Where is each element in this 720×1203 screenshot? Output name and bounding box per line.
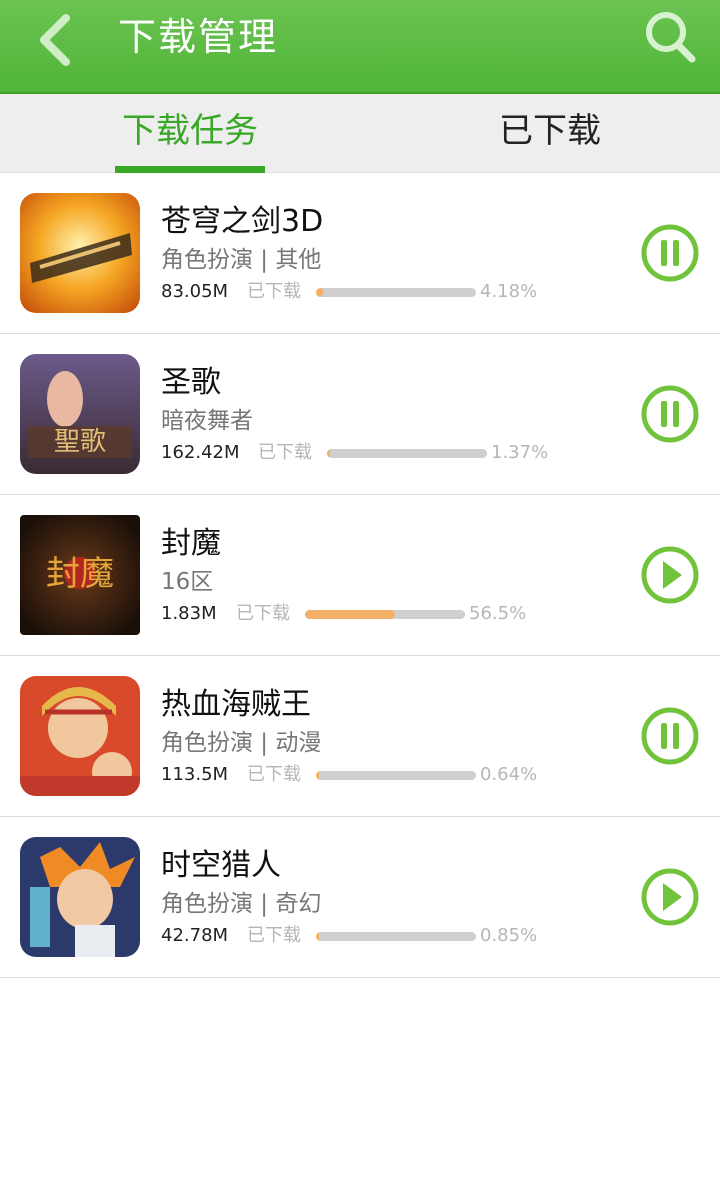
tab-downloading[interactable]: 下载任务 <box>115 94 265 173</box>
app-category: 暗夜舞者 <box>161 408 253 434</box>
svg-text:聖歌: 聖歌 <box>54 427 106 457</box>
active-tab-indicator <box>115 166 265 173</box>
search-button[interactable] <box>638 4 702 68</box>
app-name: 时空猎人 <box>161 848 281 883</box>
progress-percent: 1.37% <box>491 442 549 463</box>
download-list: 苍穹之剑3D 角色扮演 | 其他 83.05M 已下载 4.18% 聖歌 圣歌 … <box>0 173 720 978</box>
back-arrow-icon <box>40 14 70 66</box>
resume-button[interactable] <box>640 545 700 605</box>
tab-downloaded[interactable]: 已下载 <box>470 94 630 173</box>
app-icon: 封魔 <box>20 515 140 635</box>
app-category: 角色扮演 | 动漫 <box>161 730 322 756</box>
pause-icon <box>641 385 699 443</box>
list-item[interactable]: 苍穹之剑3D 角色扮演 | 其他 83.05M 已下载 4.18% <box>0 173 720 334</box>
tab-downloading-label: 下载任务 <box>122 111 258 151</box>
app-icon <box>20 193 140 313</box>
file-size: 113.5M <box>161 764 229 785</box>
file-size: 83.05M <box>161 281 229 302</box>
status-label: 已下载 <box>258 442 312 463</box>
progress-bar <box>305 610 465 619</box>
back-button[interactable] <box>24 10 84 70</box>
pause-icon <box>641 224 699 282</box>
progress-percent: 4.18% <box>480 281 538 302</box>
progress-bar <box>316 288 476 297</box>
app-category: 角色扮演 | 其他 <box>161 247 322 273</box>
progress-bar <box>316 771 476 780</box>
progress-fill <box>327 449 331 458</box>
app-name: 苍穹之剑3D <box>161 204 324 239</box>
pause-button[interactable] <box>640 706 700 766</box>
progress-fill <box>305 610 396 619</box>
progress-percent: 56.5% <box>469 603 527 624</box>
app-name: 封魔 <box>161 526 221 561</box>
app-icon <box>20 676 140 796</box>
progress-fill <box>316 771 320 780</box>
progress-fill <box>316 932 320 941</box>
tab-downloaded-label: 已下载 <box>499 111 601 151</box>
page-title: 下载管理 <box>118 15 279 59</box>
status-label: 已下载 <box>236 603 290 624</box>
svg-text:封魔: 封魔 <box>46 554 114 594</box>
list-item[interactable]: 热血海贼王 角色扮演 | 动漫 113.5M 已下载 0.64% <box>0 656 720 817</box>
list-item[interactable]: 聖歌 圣歌 暗夜舞者 162.42M 已下载 1.37% <box>0 334 720 495</box>
pause-button[interactable] <box>640 223 700 283</box>
progress-fill <box>316 288 323 297</box>
progress-bar <box>316 932 476 941</box>
progress-percent: 0.85% <box>480 925 538 946</box>
status-label: 已下载 <box>247 764 301 785</box>
pause-button[interactable] <box>640 384 700 444</box>
progress-bar <box>327 449 487 458</box>
status-label: 已下载 <box>247 925 301 946</box>
tab-bar: 下载任务 已下载 <box>0 94 720 173</box>
list-item[interactable]: 时空猎人 角色扮演 | 奇幻 42.78M 已下载 0.85% <box>0 817 720 978</box>
app-category: 角色扮演 | 奇幻 <box>161 891 322 917</box>
app-icon <box>20 837 140 957</box>
resume-button[interactable] <box>640 867 700 927</box>
pause-icon <box>641 707 699 765</box>
app-icon: 聖歌 <box>20 354 140 474</box>
app-name: 圣歌 <box>161 365 221 400</box>
app-category: 16区 <box>161 569 214 595</box>
play-icon <box>641 868 699 926</box>
status-label: 已下载 <box>247 281 301 302</box>
app-header: 下载管理 <box>0 0 720 94</box>
file-size: 162.42M <box>161 442 240 463</box>
list-item[interactable]: 封魔 封魔 16区 1.83M 已下载 56.5% <box>0 495 720 656</box>
file-size: 42.78M <box>161 925 229 946</box>
progress-percent: 0.64% <box>480 764 538 785</box>
play-icon <box>641 546 699 604</box>
app-name: 热血海贼王 <box>161 687 311 722</box>
file-size: 1.83M <box>161 603 217 624</box>
search-icon <box>646 12 696 63</box>
